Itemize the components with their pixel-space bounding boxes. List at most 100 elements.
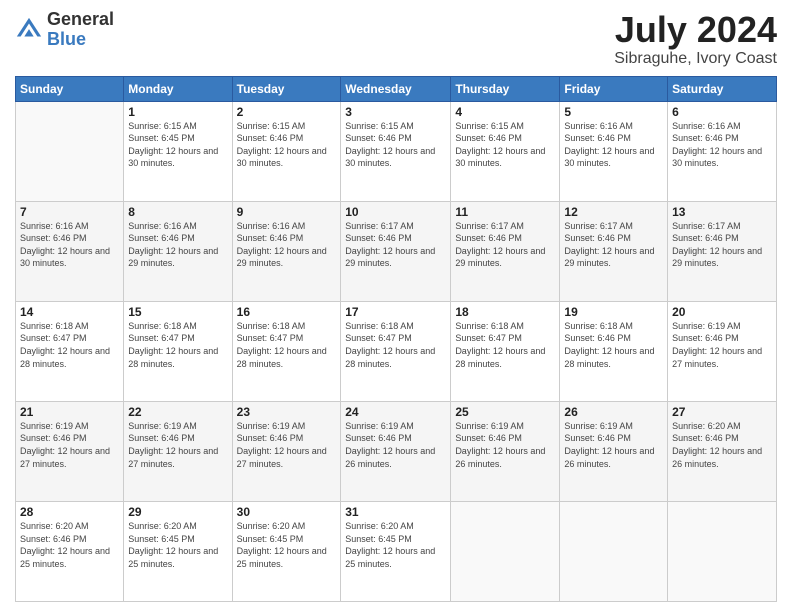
day-info: Sunrise: 6:17 AMSunset: 6:46 PMDaylight:…: [345, 220, 446, 270]
sunset-text: Sunset: 6:46 PM: [345, 432, 446, 445]
sunset-text: Sunset: 6:46 PM: [455, 232, 555, 245]
sunrise-text: Sunrise: 6:19 AM: [345, 420, 446, 433]
day-info: Sunrise: 6:16 AMSunset: 6:46 PMDaylight:…: [237, 220, 337, 270]
calendar-body: 1Sunrise: 6:15 AMSunset: 6:45 PMDaylight…: [16, 101, 777, 601]
day-number: 15: [128, 305, 227, 319]
day-info: Sunrise: 6:19 AMSunset: 6:46 PMDaylight:…: [672, 320, 772, 370]
calendar-cell: 18Sunrise: 6:18 AMSunset: 6:47 PMDayligh…: [451, 301, 560, 401]
day-number: 6: [672, 105, 772, 119]
day-number: 24: [345, 405, 446, 419]
calendar-cell: 26Sunrise: 6:19 AMSunset: 6:46 PMDayligh…: [560, 401, 668, 501]
day-info: Sunrise: 6:20 AMSunset: 6:45 PMDaylight:…: [237, 520, 337, 570]
sunset-text: Sunset: 6:46 PM: [237, 432, 337, 445]
day-info: Sunrise: 6:15 AMSunset: 6:45 PMDaylight:…: [128, 120, 227, 170]
sunset-text: Sunset: 6:46 PM: [345, 232, 446, 245]
calendar-cell: 10Sunrise: 6:17 AMSunset: 6:46 PMDayligh…: [341, 201, 451, 301]
daylight-text: Daylight: 12 hours and 30 minutes.: [672, 145, 772, 170]
day-number: 12: [564, 205, 663, 219]
sunrise-text: Sunrise: 6:18 AM: [455, 320, 555, 333]
calendar-cell: [16, 101, 124, 201]
sunrise-text: Sunrise: 6:18 AM: [345, 320, 446, 333]
sunrise-text: Sunrise: 6:18 AM: [564, 320, 663, 333]
day-info: Sunrise: 6:19 AMSunset: 6:46 PMDaylight:…: [345, 420, 446, 470]
calendar-cell: 17Sunrise: 6:18 AMSunset: 6:47 PMDayligh…: [341, 301, 451, 401]
weekday-header-row: SundayMondayTuesdayWednesdayThursdayFrid…: [16, 76, 777, 101]
daylight-text: Daylight: 12 hours and 26 minutes.: [345, 445, 446, 470]
sunrise-text: Sunrise: 6:19 AM: [20, 420, 119, 433]
day-number: 4: [455, 105, 555, 119]
sunset-text: Sunset: 6:46 PM: [672, 432, 772, 445]
sunset-text: Sunset: 6:46 PM: [564, 132, 663, 145]
day-number: 30: [237, 505, 337, 519]
day-number: 18: [455, 305, 555, 319]
day-number: 3: [345, 105, 446, 119]
sunrise-text: Sunrise: 6:15 AM: [345, 120, 446, 133]
calendar-week-5: 28Sunrise: 6:20 AMSunset: 6:46 PMDayligh…: [16, 501, 777, 601]
daylight-text: Daylight: 12 hours and 25 minutes.: [237, 545, 337, 570]
daylight-text: Daylight: 12 hours and 28 minutes.: [564, 345, 663, 370]
calendar-week-3: 14Sunrise: 6:18 AMSunset: 6:47 PMDayligh…: [16, 301, 777, 401]
daylight-text: Daylight: 12 hours and 26 minutes.: [672, 445, 772, 470]
calendar-page: General Blue July 2024 Sibraguhe, Ivory …: [0, 0, 792, 612]
day-info: Sunrise: 6:20 AMSunset: 6:46 PMDaylight:…: [20, 520, 119, 570]
calendar-cell: 3Sunrise: 6:15 AMSunset: 6:46 PMDaylight…: [341, 101, 451, 201]
calendar-cell: 20Sunrise: 6:19 AMSunset: 6:46 PMDayligh…: [668, 301, 777, 401]
sunrise-text: Sunrise: 6:15 AM: [128, 120, 227, 133]
day-number: 10: [345, 205, 446, 219]
day-info: Sunrise: 6:16 AMSunset: 6:46 PMDaylight:…: [564, 120, 663, 170]
sunrise-text: Sunrise: 6:19 AM: [564, 420, 663, 433]
logo-text: General Blue: [47, 10, 114, 50]
day-info: Sunrise: 6:16 AMSunset: 6:46 PMDaylight:…: [672, 120, 772, 170]
day-info: Sunrise: 6:17 AMSunset: 6:46 PMDaylight:…: [455, 220, 555, 270]
day-info: Sunrise: 6:15 AMSunset: 6:46 PMDaylight:…: [345, 120, 446, 170]
daylight-text: Daylight: 12 hours and 29 minutes.: [237, 245, 337, 270]
sunset-text: Sunset: 6:45 PM: [237, 533, 337, 546]
sunrise-text: Sunrise: 6:15 AM: [455, 120, 555, 133]
calendar-cell: [451, 501, 560, 601]
day-info: Sunrise: 6:18 AMSunset: 6:47 PMDaylight:…: [128, 320, 227, 370]
daylight-text: Daylight: 12 hours and 27 minutes.: [672, 345, 772, 370]
sunset-text: Sunset: 6:46 PM: [564, 232, 663, 245]
daylight-text: Daylight: 12 hours and 26 minutes.: [455, 445, 555, 470]
daylight-text: Daylight: 12 hours and 26 minutes.: [564, 445, 663, 470]
daylight-text: Daylight: 12 hours and 28 minutes.: [20, 345, 119, 370]
sunrise-text: Sunrise: 6:20 AM: [237, 520, 337, 533]
weekday-header-sunday: Sunday: [16, 76, 124, 101]
weekday-header-wednesday: Wednesday: [341, 76, 451, 101]
sunset-text: Sunset: 6:47 PM: [20, 332, 119, 345]
calendar-week-1: 1Sunrise: 6:15 AMSunset: 6:45 PMDaylight…: [16, 101, 777, 201]
calendar-cell: 23Sunrise: 6:19 AMSunset: 6:46 PMDayligh…: [232, 401, 341, 501]
day-info: Sunrise: 6:19 AMSunset: 6:46 PMDaylight:…: [237, 420, 337, 470]
day-number: 2: [237, 105, 337, 119]
sunset-text: Sunset: 6:47 PM: [455, 332, 555, 345]
logo-blue: Blue: [47, 30, 114, 50]
daylight-text: Daylight: 12 hours and 29 minutes.: [455, 245, 555, 270]
day-number: 16: [237, 305, 337, 319]
calendar-cell: 21Sunrise: 6:19 AMSunset: 6:46 PMDayligh…: [16, 401, 124, 501]
sunrise-text: Sunrise: 6:16 AM: [128, 220, 227, 233]
daylight-text: Daylight: 12 hours and 29 minutes.: [345, 245, 446, 270]
daylight-text: Daylight: 12 hours and 30 minutes.: [564, 145, 663, 170]
calendar-cell: [668, 501, 777, 601]
calendar-cell: 29Sunrise: 6:20 AMSunset: 6:45 PMDayligh…: [124, 501, 232, 601]
daylight-text: Daylight: 12 hours and 30 minutes.: [237, 145, 337, 170]
day-number: 1: [128, 105, 227, 119]
daylight-text: Daylight: 12 hours and 30 minutes.: [128, 145, 227, 170]
day-info: Sunrise: 6:19 AMSunset: 6:46 PMDaylight:…: [564, 420, 663, 470]
sunset-text: Sunset: 6:46 PM: [20, 232, 119, 245]
calendar-cell: 30Sunrise: 6:20 AMSunset: 6:45 PMDayligh…: [232, 501, 341, 601]
sunset-text: Sunset: 6:46 PM: [672, 132, 772, 145]
calendar-cell: 28Sunrise: 6:20 AMSunset: 6:46 PMDayligh…: [16, 501, 124, 601]
sunrise-text: Sunrise: 6:19 AM: [128, 420, 227, 433]
sunrise-text: Sunrise: 6:16 AM: [672, 120, 772, 133]
calendar-week-2: 7Sunrise: 6:16 AMSunset: 6:46 PMDaylight…: [16, 201, 777, 301]
sunset-text: Sunset: 6:46 PM: [672, 232, 772, 245]
page-header: General Blue July 2024 Sibraguhe, Ivory …: [15, 10, 777, 68]
day-info: Sunrise: 6:18 AMSunset: 6:47 PMDaylight:…: [455, 320, 555, 370]
day-number: 5: [564, 105, 663, 119]
calendar-cell: 9Sunrise: 6:16 AMSunset: 6:46 PMDaylight…: [232, 201, 341, 301]
sunrise-text: Sunrise: 6:20 AM: [672, 420, 772, 433]
day-info: Sunrise: 6:15 AMSunset: 6:46 PMDaylight:…: [455, 120, 555, 170]
daylight-text: Daylight: 12 hours and 25 minutes.: [345, 545, 446, 570]
calendar-cell: 27Sunrise: 6:20 AMSunset: 6:46 PMDayligh…: [668, 401, 777, 501]
